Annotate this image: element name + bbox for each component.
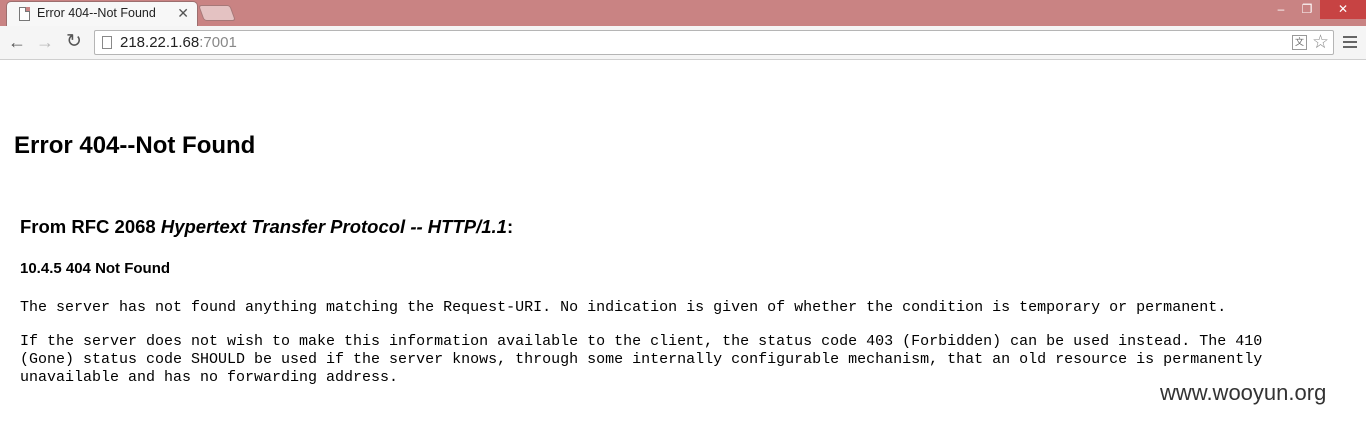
page-icon	[19, 7, 30, 21]
forward-arrow-icon[interactable]: →	[34, 31, 56, 53]
close-icon[interactable]: ✕	[177, 5, 189, 22]
paragraph-1: The server has not found anything matchi…	[20, 299, 1227, 316]
translate-icon[interactable]: 文	[1292, 35, 1307, 50]
tab-active[interactable]: Error 404--Not Found ✕	[6, 1, 198, 26]
paragraph-2: If the server does not wish to make this…	[20, 333, 1262, 387]
url-text[interactable]: 218.22.1.68:7001	[120, 34, 237, 51]
back-arrow-icon[interactable]: ←	[6, 31, 28, 53]
url-port: :7001	[199, 34, 237, 51]
title-bar: Error 404--Not Found ✕ – ❐ ✕	[0, 0, 1366, 26]
restore-button[interactable]: ❐	[1294, 0, 1320, 19]
menu-icon[interactable]	[1343, 36, 1357, 51]
paragraph-2-line-2: (Gone) status code SHOULD be used if the…	[20, 351, 1263, 368]
page-icon	[102, 36, 112, 49]
star-icon[interactable]: ☆	[1312, 31, 1329, 54]
address-bar[interactable]: 218.22.1.68:7001 文 ☆	[94, 30, 1334, 55]
page-title: Error 404--Not Found	[14, 132, 256, 159]
minimize-button[interactable]: –	[1268, 0, 1294, 19]
reload-icon[interactable]: ↻	[63, 31, 85, 53]
tab-title: Error 404--Not Found	[37, 6, 156, 20]
section-heading: 10.4.5 404 Not Found	[20, 260, 171, 277]
rfc-heading: From RFC 2068 Hypertext Transfer Protoco…	[20, 216, 513, 238]
window-controls: – ❐ ✕	[1268, 0, 1366, 20]
new-tab-button[interactable]	[198, 5, 236, 21]
browser-toolbar: ← → ↻ 218.22.1.68:7001 文 ☆	[0, 26, 1366, 60]
page-content: Error 404--Not Found From RFC 2068 Hyper…	[0, 61, 1366, 422]
paragraph-2-line-1: If the server does not wish to make this…	[20, 333, 1263, 350]
url-host: 218.22.1.68	[120, 34, 200, 51]
paragraph-2-line-3: unavailable and has no forwarding addres…	[20, 369, 399, 386]
rfc-prefix: From RFC 2068	[20, 216, 161, 237]
watermark: www.wooyun.org	[1160, 380, 1327, 405]
rfc-title: Hypertext Transfer Protocol -- HTTP/1.1	[160, 216, 507, 237]
rfc-suffix: :	[506, 216, 514, 237]
close-window-button[interactable]: ✕	[1320, 0, 1366, 19]
